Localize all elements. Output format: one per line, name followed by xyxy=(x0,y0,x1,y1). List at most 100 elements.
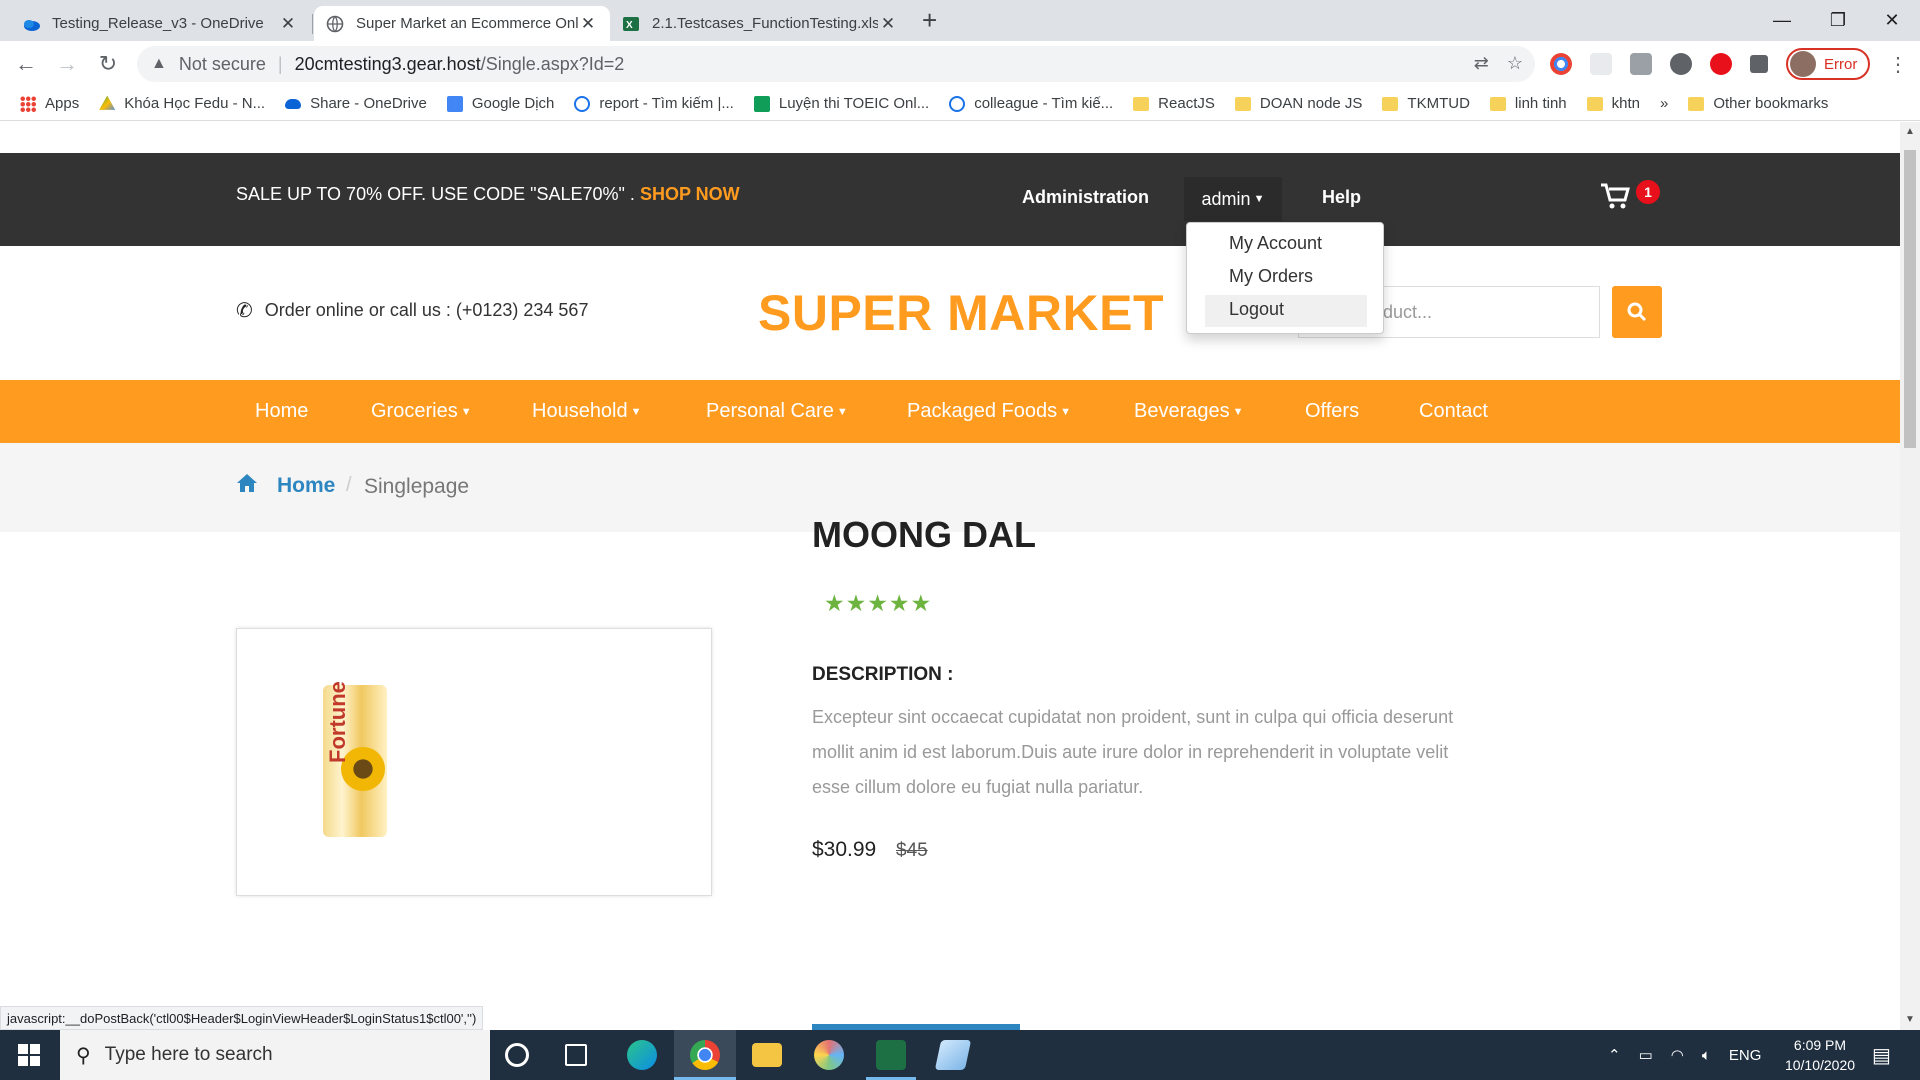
bookmark-item[interactable]: Google Dịch xyxy=(446,95,554,112)
back-button[interactable]: ← xyxy=(12,50,40,78)
translate-icon[interactable]: ⇄ xyxy=(1474,53,1489,74)
dropdown-logout[interactable]: Logout xyxy=(1229,299,1284,320)
caret-down-icon: ▼ xyxy=(1060,405,1071,418)
product-price: $30.99 xyxy=(812,838,877,861)
chrome-icon[interactable] xyxy=(690,1040,720,1070)
dropdown-my-account[interactable]: My Account xyxy=(1229,233,1322,254)
extensions-puzzle-icon[interactable] xyxy=(1750,55,1768,73)
folder-icon xyxy=(1234,96,1251,111)
user-menu-toggle[interactable]: admin ▼ xyxy=(1184,177,1282,221)
profile-button[interactable]: Error xyxy=(1786,48,1870,80)
wifi-icon[interactable]: ◠ xyxy=(1671,1046,1684,1064)
extension-c-icon[interactable] xyxy=(1670,53,1692,75)
minimize-button[interactable]: — xyxy=(1754,0,1810,41)
menu-beverages[interactable]: Beverages ▼ xyxy=(1134,400,1244,423)
system-tray: ⌃ ▭ ◠ 🔈︎ ENG xyxy=(1608,1030,1761,1080)
edge-icon[interactable] xyxy=(627,1040,657,1070)
bookmarks-overflow-button[interactable]: » xyxy=(1660,95,1668,112)
volume-icon[interactable]: 🔈︎ xyxy=(1702,1047,1711,1064)
globe-icon xyxy=(326,15,344,32)
site-logo[interactable]: SUPER MARKET xyxy=(758,284,1164,342)
drive-icon xyxy=(99,95,116,110)
nav-administration[interactable]: Administration xyxy=(1022,187,1149,208)
menu-packaged-foods[interactable]: Packaged Foods ▼ xyxy=(907,400,1071,423)
scrollbar-thumb[interactable] xyxy=(1904,150,1916,448)
breadcrumb-separator: / xyxy=(346,474,352,496)
caret-down-icon: ▼ xyxy=(630,405,642,418)
menu-offers[interactable]: Offers xyxy=(1305,400,1359,423)
home-icon[interactable] xyxy=(236,472,258,500)
bookmark-item[interactable]: report - Tìm kiếm |... xyxy=(574,95,734,112)
close-tab-icon[interactable]: ✕ xyxy=(878,14,898,34)
adblock-icon[interactable] xyxy=(1710,53,1732,75)
bookmark-item[interactable]: Luyện thi TOEIC Onl... xyxy=(753,95,929,112)
bookmark-folder[interactable]: DOAN node JS xyxy=(1234,95,1362,112)
menu-household[interactable]: Household ▼ xyxy=(532,400,642,423)
tray-overflow-icon[interactable]: ⌃ xyxy=(1608,1046,1621,1064)
address-bar[interactable]: ▲ Not secure | 20cmtesting3.gear.host/Si… xyxy=(137,46,1535,82)
forward-button[interactable]: → xyxy=(53,50,81,78)
language-indicator[interactable]: ENG xyxy=(1729,1047,1762,1064)
onedrive-icon xyxy=(285,98,302,109)
tab-supermarket[interactable]: Super Market an Ecommerce Onl ✕ xyxy=(314,6,610,41)
menu-contact[interactable]: Contact xyxy=(1419,400,1488,423)
apps-grid-icon xyxy=(20,95,36,112)
search-button[interactable] xyxy=(1612,286,1662,338)
taskbar-search[interactable]: ⚲ Type here to search xyxy=(60,1030,490,1080)
bookmark-item[interactable]: Khóa Học Fedu - N... xyxy=(99,95,265,112)
address-divider: | xyxy=(277,53,283,74)
cart-icon[interactable] xyxy=(1600,182,1630,217)
notepad-icon[interactable] xyxy=(934,1040,972,1070)
new-tab-button[interactable]: + xyxy=(922,5,937,36)
scroll-down-arrow-icon[interactable]: ▼ xyxy=(1905,1014,1915,1025)
page-scrollbar[interactable]: ▲ ▼ xyxy=(1900,122,1920,1030)
description-heading: DESCRIPTION : xyxy=(812,664,954,685)
reload-button[interactable]: ↻ xyxy=(94,50,122,78)
scroll-up-arrow-icon[interactable]: ▲ xyxy=(1905,126,1915,137)
bookmark-star-icon[interactable]: ☆ xyxy=(1507,53,1523,74)
start-button[interactable] xyxy=(18,1044,40,1066)
extension-color-icon[interactable] xyxy=(1550,53,1572,75)
omnibox-actions: ⇄ ☆ xyxy=(1474,53,1523,74)
battery-icon[interactable]: ▭ xyxy=(1639,1046,1653,1064)
shop-now-link[interactable]: SHOP NOW xyxy=(640,184,740,204)
breadcrumb-home-link[interactable]: Home xyxy=(277,474,335,498)
product-description: Excepteur sint occaecat cupidatat non pr… xyxy=(812,707,1454,797)
close-tab-icon[interactable]: ✕ xyxy=(278,14,298,34)
nav-help[interactable]: Help xyxy=(1322,187,1361,208)
bookmark-folder[interactable]: linh tinh xyxy=(1489,95,1567,112)
extension-blank-icon[interactable] xyxy=(1590,53,1612,75)
dropdown-my-orders[interactable]: My Orders xyxy=(1229,266,1313,287)
bookmark-folder[interactable]: ReactJS xyxy=(1133,95,1215,112)
restore-button[interactable]: ❐ xyxy=(1810,0,1866,41)
action-center-icon[interactable]: ▤ xyxy=(1872,1030,1891,1080)
rating-stars: ★★★★★ xyxy=(824,590,933,616)
bookmark-item[interactable]: colleague - Tìm kiế... xyxy=(949,95,1113,112)
excel-icon[interactable] xyxy=(876,1040,906,1070)
breadcrumb-current: Singlepage xyxy=(364,475,470,498)
menu-groceries[interactable]: Groceries ▼ xyxy=(371,400,472,423)
task-view-icon[interactable] xyxy=(565,1044,587,1066)
caret-down-icon: ▼ xyxy=(836,405,848,418)
paint-icon[interactable] xyxy=(814,1040,844,1070)
chrome-menu-icon[interactable]: ⋮ xyxy=(1888,52,1908,77)
cortana-icon[interactable] xyxy=(505,1043,529,1067)
bookmark-folder-other[interactable]: Other bookmarks xyxy=(1688,95,1828,112)
product-title: MOONG DAL xyxy=(812,514,1036,555)
close-tab-icon[interactable]: ✕ xyxy=(578,14,598,34)
bookmark-folder[interactable]: TKMTUD xyxy=(1382,95,1470,112)
menu-home[interactable]: Home xyxy=(255,400,308,423)
bookmark-folder[interactable]: khtn xyxy=(1586,95,1640,112)
file-explorer-icon[interactable] xyxy=(752,1043,782,1067)
taskbar-clock[interactable]: 6:09 PM 10/10/2020 xyxy=(1770,1035,1870,1075)
close-window-button[interactable]: ✕ xyxy=(1864,0,1920,41)
tab-excel[interactable]: X 2.1.Testcases_FunctionTesting.xlsx ✕ xyxy=(610,6,910,41)
folder-icon xyxy=(1133,96,1150,111)
bookmark-item[interactable]: Share - OneDrive xyxy=(285,95,427,112)
menu-personal-care[interactable]: Personal Care ▼ xyxy=(706,400,848,423)
tab-onedrive[interactable]: Testing_Release_v3 - OneDrive ✕ xyxy=(10,6,310,41)
bookmark-apps[interactable]: Apps xyxy=(20,95,79,112)
product-image[interactable]: Fortune xyxy=(323,681,387,837)
compass-icon xyxy=(574,95,591,112)
extension-cube-icon[interactable] xyxy=(1630,53,1652,75)
